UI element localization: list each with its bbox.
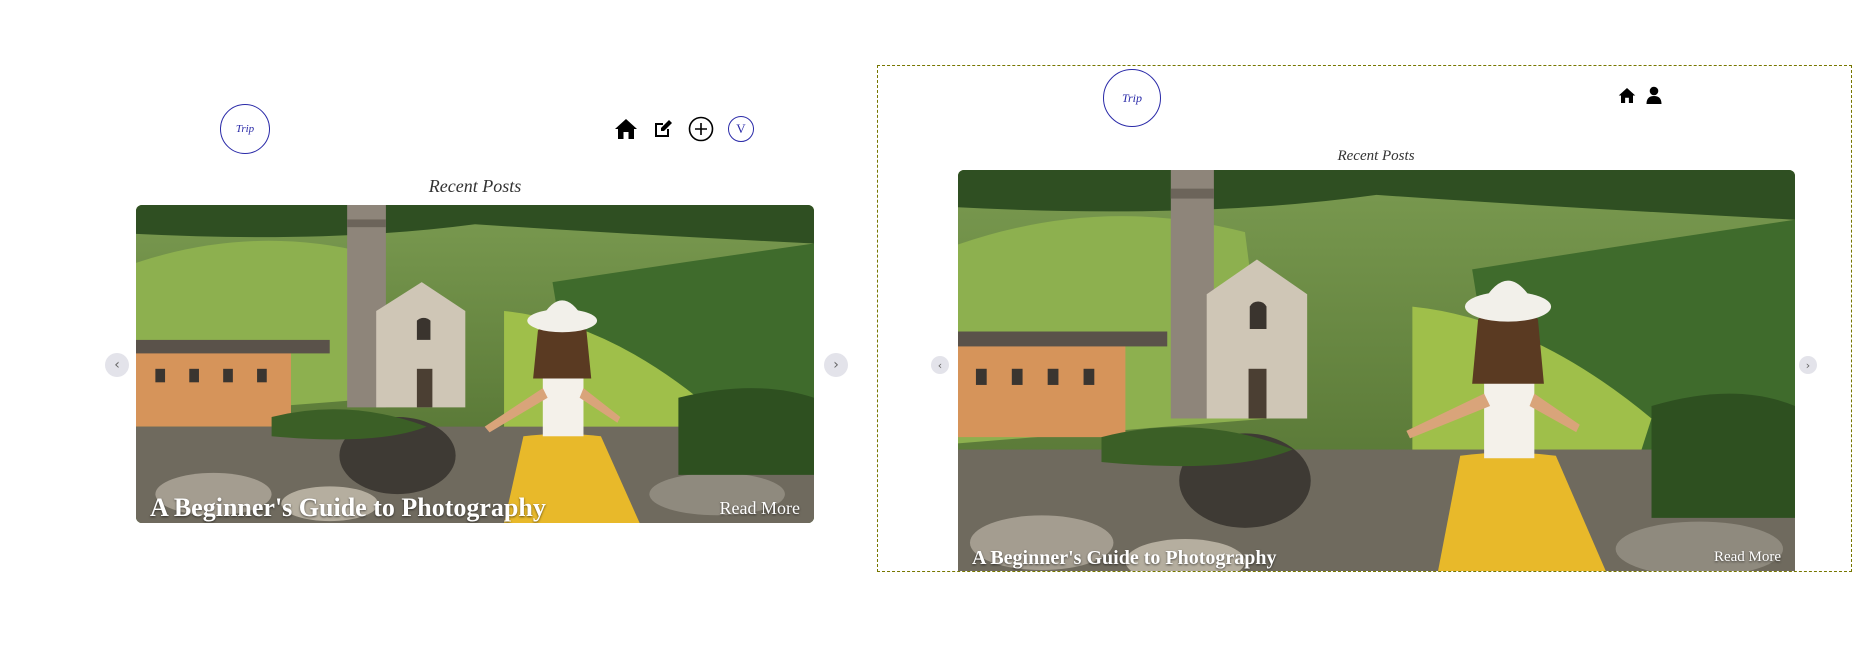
home-icon xyxy=(615,119,637,139)
carousel-prev-button[interactable]: ‹ xyxy=(931,356,949,374)
edit-post-button[interactable] xyxy=(652,118,674,140)
section-title: Recent Posts xyxy=(428,176,522,196)
brand-logo[interactable]: Trip xyxy=(1103,69,1161,127)
avatar[interactable]: V xyxy=(728,116,754,142)
slide-image xyxy=(958,170,1795,571)
home-button[interactable] xyxy=(614,118,638,140)
edit-icon xyxy=(655,120,672,137)
profile-button[interactable] xyxy=(1646,86,1662,104)
carousel-next-button[interactable]: › xyxy=(824,353,848,377)
user-icon xyxy=(1646,86,1662,104)
app-preview-right: Trip Recent Posts ‹ › A Beginner's Guide… xyxy=(877,65,1852,572)
home-icon xyxy=(1618,87,1636,103)
carousel-next-button[interactable]: › xyxy=(1799,356,1817,374)
add-icon xyxy=(688,116,714,142)
home-button[interactable] xyxy=(1618,87,1636,104)
read-more-link[interactable]: Read More xyxy=(720,498,800,519)
slide-caption: A Beginner's Guide to Photography Read M… xyxy=(972,547,1781,571)
slide-title[interactable]: A Beginner's Guide to Photography xyxy=(150,493,546,523)
slide-caption: A Beginner's Guide to Photography Read M… xyxy=(150,493,800,523)
add-post-button[interactable] xyxy=(688,116,714,142)
top-nav xyxy=(1618,86,1662,104)
carousel-prev-button[interactable]: ‹ xyxy=(105,353,129,377)
app-preview-left: Trip V Recent Posts ‹ › A Beginner's Gui… xyxy=(90,90,850,550)
section-title: Recent Posts xyxy=(1337,148,1415,164)
read-more-link[interactable]: Read More xyxy=(1714,549,1781,566)
brand-logo[interactable]: Trip xyxy=(220,104,270,154)
carousel-slide[interactable]: A Beginner's Guide to Photography Read M… xyxy=(958,170,1795,571)
slide-image xyxy=(136,205,814,523)
slide-title[interactable]: A Beginner's Guide to Photography xyxy=(972,547,1276,570)
carousel-slide[interactable]: A Beginner's Guide to Photography Read M… xyxy=(136,205,814,523)
top-nav: V xyxy=(614,116,754,142)
